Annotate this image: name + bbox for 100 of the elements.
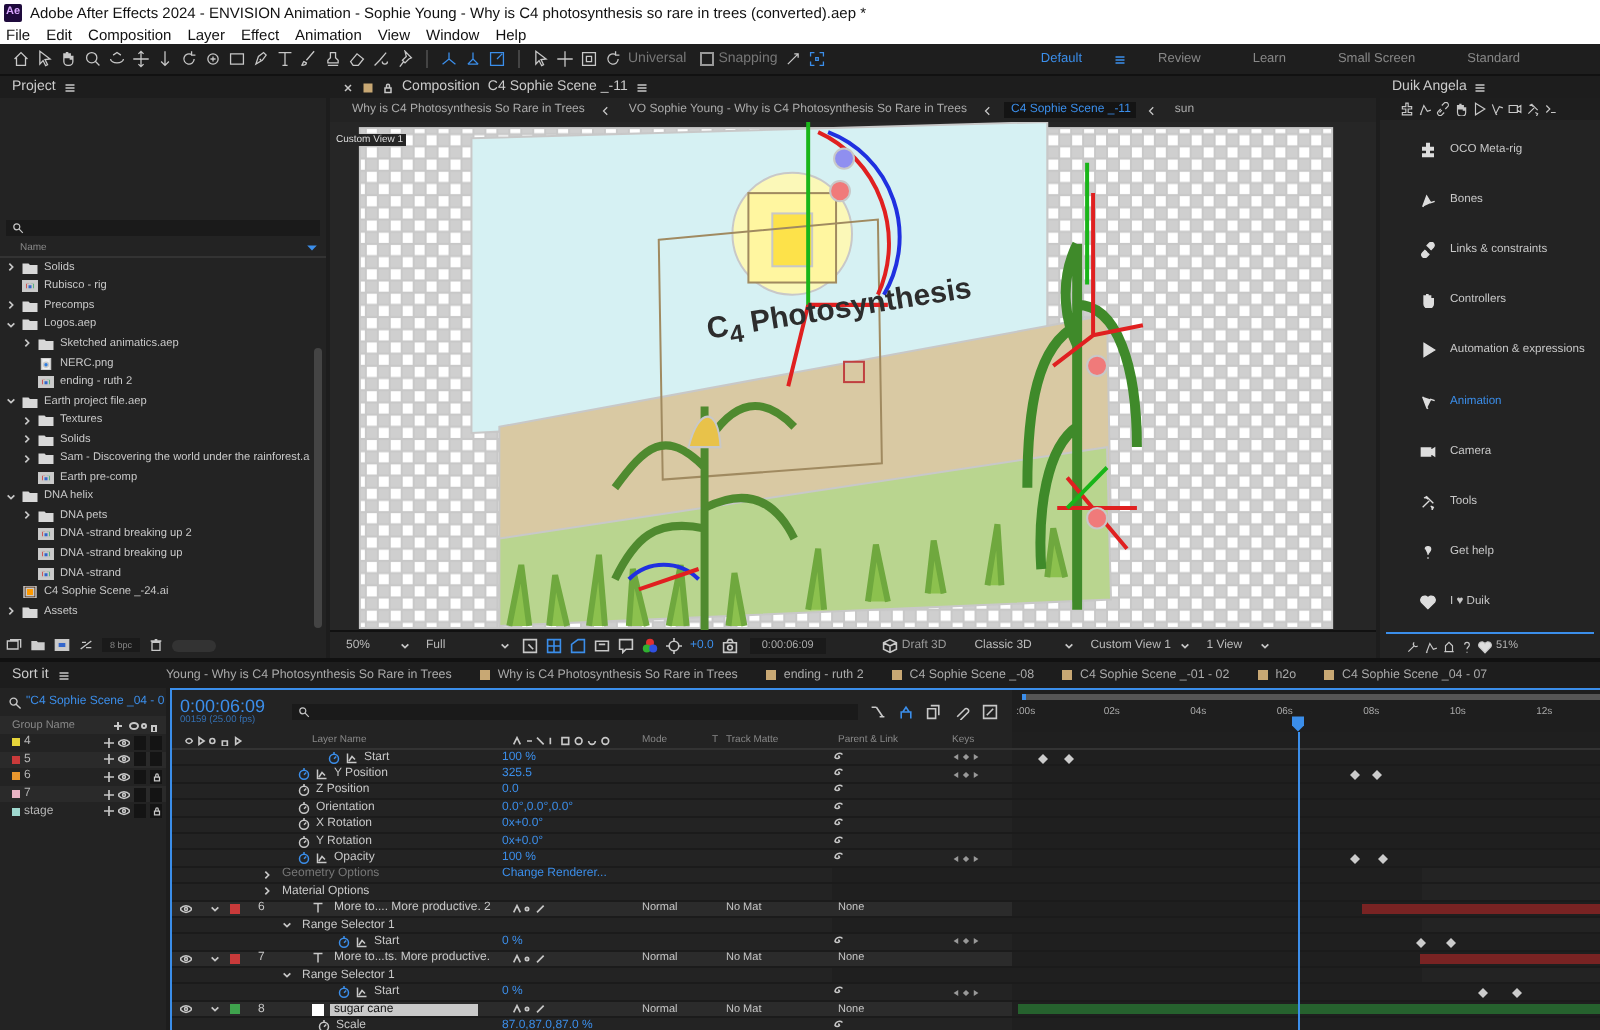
link-icon[interactable] [1436,102,1450,116]
graph-icon[interactable] [316,768,328,781]
zoom-icon[interactable] [84,50,102,68]
transparency-grid-icon[interactable] [546,637,562,653]
eye-icon[interactable] [118,754,130,765]
hand-icon[interactable] [1454,102,1468,116]
mask-path-icon[interactable] [570,637,586,653]
snapshot-icon[interactable] [618,637,634,653]
stopwatch-icon[interactable] [328,751,340,764]
menu-icon[interactable] [58,669,71,681]
add-icon[interactable] [104,789,114,800]
play-icon[interactable] [1472,102,1486,116]
trash-icon[interactable] [148,638,165,652]
pen-icon[interactable] [252,50,270,68]
frame-blending-icon[interactable] [926,703,942,719]
selection-arrow-icon[interactable] [532,50,550,68]
eye-icon[interactable] [118,789,130,800]
orbit-camera-icon[interactable] [108,50,126,68]
group-color-swatch[interactable] [12,738,20,747]
axis-icon[interactable] [440,50,458,68]
camera-icon[interactable] [1508,102,1522,116]
label-color-swatch[interactable] [230,1004,240,1015]
home-icon[interactable] [12,50,30,68]
add-icon[interactable] [104,806,114,817]
interpret-footage-icon[interactable] [6,638,22,652]
lock-toggle[interactable] [150,735,162,750]
group-color-swatch[interactable] [12,807,20,816]
eye-icon[interactable] [180,1004,192,1015]
region-icon[interactable] [522,637,538,653]
stopwatch-icon[interactable] [318,1019,330,1030]
view-axis-icon[interactable] [488,50,506,68]
graph-icon[interactable] [356,935,368,948]
hand-icon[interactable] [60,50,78,68]
menu-icon[interactable] [1474,81,1487,93]
pick-whip-icon[interactable] [832,1017,844,1030]
close-icon[interactable] [342,81,354,93]
menu-icon[interactable] [1114,53,1127,65]
label-color-swatch[interactable] [230,903,240,914]
stopwatch-icon[interactable] [298,801,310,814]
wrench-icon[interactable] [1406,639,1420,653]
keyframe-navigator-icon[interactable] [952,853,980,864]
playhead-handle[interactable] [1291,716,1304,732]
pick-whip-icon[interactable] [832,984,844,997]
search-field[interactable] [292,703,858,719]
down-arrow-icon[interactable] [156,50,174,68]
eye-icon[interactable] [118,806,130,817]
eye-icon[interactable] [118,737,130,748]
stamp-icon[interactable] [324,50,342,68]
motion-blur-icon[interactable] [954,703,970,719]
snap-target-icon[interactable] [807,50,826,68]
keyframe-navigator-icon[interactable] [952,936,980,947]
group-color-swatch[interactable] [12,755,20,764]
stopwatch-icon[interactable] [298,784,310,797]
stopwatch-icon[interactable] [298,768,310,781]
pin-icon[interactable] [396,50,414,68]
menu-icon[interactable] [635,81,648,93]
world-axis-icon[interactable] [464,50,482,68]
eye-icon[interactable] [180,953,192,964]
type-tool-icon[interactable] [276,50,294,68]
shy-layers-icon[interactable] [898,703,914,719]
brush-icon[interactable] [300,50,318,68]
guides-icon[interactable] [594,637,610,653]
stopwatch-icon[interactable] [298,818,310,831]
pick-whip-icon[interactable] [832,934,844,946]
sort-arrow-icon[interactable] [306,242,318,254]
selection-arrow-icon[interactable] [36,50,54,68]
group-color-swatch[interactable] [12,772,20,781]
stopwatch-icon[interactable] [338,986,350,999]
graph-icon[interactable] [316,852,328,865]
graph-icon[interactable] [346,751,358,764]
flowchart-icon[interactable] [870,703,886,719]
terminal-icon[interactable] [1544,102,1558,116]
graph-editor-icon[interactable] [982,703,998,719]
rotate-icon[interactable] [604,50,622,68]
color-channels-icon[interactable] [642,637,658,653]
current-time-display[interactable]: 0:00:06:09 [180,696,280,716]
stopwatch-icon[interactable] [338,935,350,948]
roto-brush-icon[interactable] [372,50,390,68]
anchor-point-icon[interactable] [204,50,222,68]
scale-box-icon[interactable] [580,50,598,68]
camera-icon[interactable] [721,637,738,653]
lock-toggle[interactable] [150,769,162,784]
building-icon[interactable] [1442,639,1456,653]
stopwatch-icon[interactable] [298,852,310,865]
move-arrows-icon[interactable] [556,50,574,68]
lock-icon[interactable] [382,81,394,93]
add-icon[interactable] [104,737,114,748]
bones-icon[interactable] [1424,639,1438,653]
search-field[interactable] [6,220,320,236]
keyframe-navigator-icon[interactable] [952,752,980,763]
rotate-icon[interactable] [180,50,198,68]
stopwatch-icon[interactable] [298,835,310,848]
exposure-icon[interactable] [666,637,682,653]
add-icon[interactable] [104,754,114,765]
rectangle-icon[interactable] [228,50,246,68]
expand-arrows-icon[interactable] [783,50,802,68]
tools-icon[interactable] [1526,102,1540,116]
add-icon[interactable] [104,771,114,782]
composition-icon[interactable] [54,638,70,652]
help-icon[interactable] [1460,639,1474,653]
